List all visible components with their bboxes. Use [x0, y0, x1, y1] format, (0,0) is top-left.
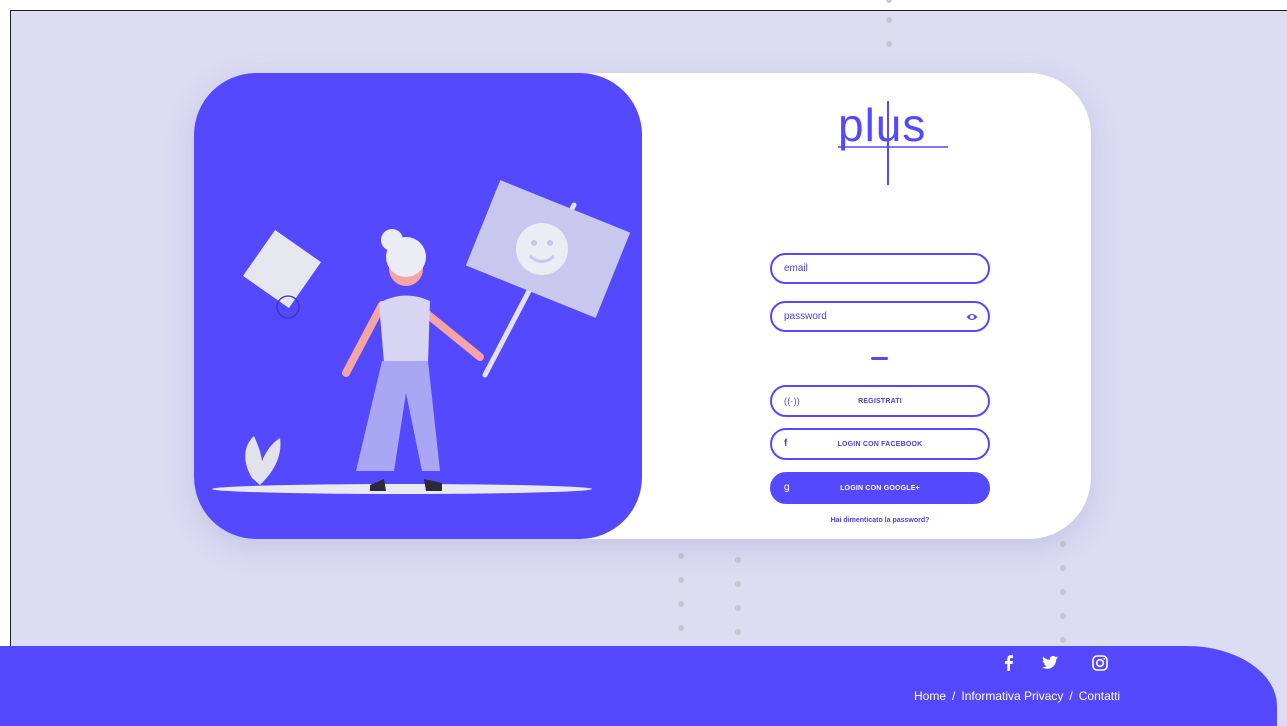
twitter-icon[interactable] [1041, 654, 1059, 672]
footer-link-privacy[interactable]: Informativa Privacy [961, 689, 1063, 703]
decorative-dot [886, 41, 892, 47]
google-login-label: LOGIN CON GOOGLE+ [840, 484, 920, 492]
password-field[interactable] [770, 301, 990, 332]
register-button[interactable]: ((·)) REGISTRATI [770, 385, 990, 417]
plus-logo: plus [838, 99, 948, 185]
decorative-dot [886, 0, 892, 3]
wifi-icon: ((·)) [784, 396, 800, 406]
register-label: REGISTRATI [858, 397, 902, 405]
facebook-icon: f [784, 438, 788, 449]
facebook-login-button[interactable]: f LOGIN CON FACEBOOK [770, 428, 990, 460]
decorative-dot [1060, 565, 1066, 571]
logo-text: plus [838, 99, 926, 151]
forgot-password-link[interactable]: Hai dimenticato la password? [770, 517, 990, 524]
footer-link-contacts[interactable]: Contatti [1079, 689, 1120, 703]
footer-link-home[interactable]: Home [914, 689, 946, 703]
decorative-dot [678, 553, 684, 559]
hero-illustration [212, 180, 631, 494]
facebook-icon[interactable] [1000, 654, 1018, 672]
hero-panel [194, 73, 642, 539]
decorative-dot [1060, 589, 1066, 595]
decorative-dot [735, 605, 741, 611]
eye-icon[interactable] [966, 311, 978, 323]
decorative-dot [1060, 541, 1066, 547]
divider [871, 357, 888, 360]
footer-links: Home / Informativa Privacy / Contatti [914, 689, 1120, 703]
google-login-button[interactable]: g LOGIN CON GOOGLE+ [770, 472, 990, 504]
google-icon: g [784, 482, 790, 493]
footer [0, 646, 1277, 726]
footer-separator: / [952, 689, 956, 703]
decorative-dot [1060, 613, 1066, 619]
decorative-dot [678, 577, 684, 583]
decorative-dot [1060, 637, 1066, 643]
password-input[interactable] [782, 310, 956, 323]
decorative-dot [735, 629, 741, 635]
email-field[interactable] [770, 253, 990, 284]
footer-separator: / [1069, 689, 1073, 703]
decorative-dot [886, 17, 892, 23]
decorative-dot [735, 581, 741, 587]
instagram-icon[interactable] [1091, 654, 1109, 672]
email-input[interactable] [782, 262, 956, 275]
decorative-dot [735, 557, 741, 563]
decorative-dot [678, 625, 684, 631]
facebook-login-label: LOGIN CON FACEBOOK [837, 440, 923, 448]
decorative-dot [678, 601, 684, 607]
